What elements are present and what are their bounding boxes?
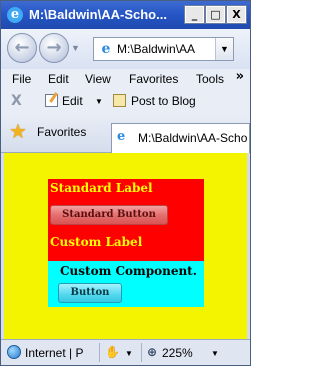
status-separator (141, 343, 142, 362)
status-separator (99, 343, 100, 362)
menu-view[interactable]: View (85, 72, 111, 86)
address-text[interactable]: M:\Baldwin\AA (117, 42, 215, 56)
browser-tab[interactable]: e M:\Baldwin\AA-Scho (111, 123, 250, 153)
zoom-level[interactable]: 225% (162, 346, 193, 360)
menu-bar: File Edit View Favorites Tools » (1, 69, 250, 89)
stop-icon[interactable]: X (11, 93, 22, 109)
standard-label: Standard Label (50, 181, 153, 195)
page-content: Standard Label Standard Button Custom La… (4, 153, 247, 339)
title-bar[interactable]: e M:\Baldwin\AA-Scho... _ □ X (1, 1, 250, 29)
standard-button[interactable]: Standard Button (50, 205, 168, 225)
globe-icon (7, 345, 21, 359)
edit-button[interactable]: Edit (62, 94, 83, 108)
standard-panel: Standard Label Standard Button Custom La… (48, 179, 204, 261)
protected-mode-dropdown-icon[interactable]: ▼ (125, 349, 133, 358)
forward-button[interactable]: → (39, 33, 69, 63)
zoom-dropdown-icon[interactable]: ▼ (211, 349, 219, 358)
protected-mode-icon[interactable]: ✋ (105, 345, 120, 359)
page-icon: e (101, 41, 111, 57)
address-dropdown-icon[interactable]: ▼ (215, 38, 233, 60)
forward-arrow-icon: → (46, 37, 62, 58)
menu-edit[interactable]: Edit (48, 72, 69, 86)
custom-button[interactable]: Button (58, 283, 122, 303)
edit-icon[interactable] (45, 94, 58, 107)
recent-pages-dropdown-icon[interactable]: ▼ (71, 43, 80, 53)
menu-file[interactable]: File (12, 72, 31, 86)
back-arrow-icon: ← (14, 37, 30, 58)
post-to-blog-button[interactable]: Post to Blog (131, 94, 196, 108)
blog-icon[interactable] (113, 94, 126, 107)
security-zone[interactable]: Internet | P (25, 346, 83, 360)
zoom-icon[interactable]: ⊕ (147, 345, 157, 359)
custom-component-label: Custom Component. (60, 264, 197, 278)
window-title: M:\Baldwin\AA-Scho... (29, 7, 167, 22)
maximize-button[interactable]: □ (205, 5, 226, 24)
menu-overflow-icon[interactable]: » (236, 69, 244, 84)
custom-label: Custom Label (50, 235, 143, 249)
ie-icon[interactable]: e (7, 7, 23, 23)
status-bar: Internet | P ✋ ▼ ⊕ 225% ▼ (1, 339, 250, 365)
custom-component-panel: Custom Component. Button (48, 261, 204, 307)
navigation-bar: ← → ▼ e M:\Baldwin\AA ▼ (1, 29, 250, 69)
command-bar: X Edit ▼ Post to Blog (1, 89, 250, 113)
edit-dropdown-icon[interactable]: ▼ (95, 97, 103, 106)
tab-title[interactable]: M:\Baldwin\AA-Scho (138, 131, 250, 145)
menu-tools[interactable]: Tools (196, 72, 224, 86)
browser-window: e M:\Baldwin\AA-Scho... _ □ X ← → ▼ e M:… (0, 0, 251, 366)
address-bar[interactable]: e M:\Baldwin\AA ▼ (93, 37, 234, 61)
back-button[interactable]: ← (7, 33, 37, 63)
favorites-button[interactable]: Favorites (37, 125, 86, 139)
close-button[interactable]: X (226, 5, 247, 24)
menu-favorites[interactable]: Favorites (129, 72, 178, 86)
tab-page-icon: e (117, 129, 126, 144)
star-icon[interactable]: ★ (9, 122, 27, 142)
favorites-bar: ★ Favorites e M:\Baldwin\AA-Scho (1, 113, 250, 153)
minimize-button[interactable]: _ (184, 5, 205, 24)
